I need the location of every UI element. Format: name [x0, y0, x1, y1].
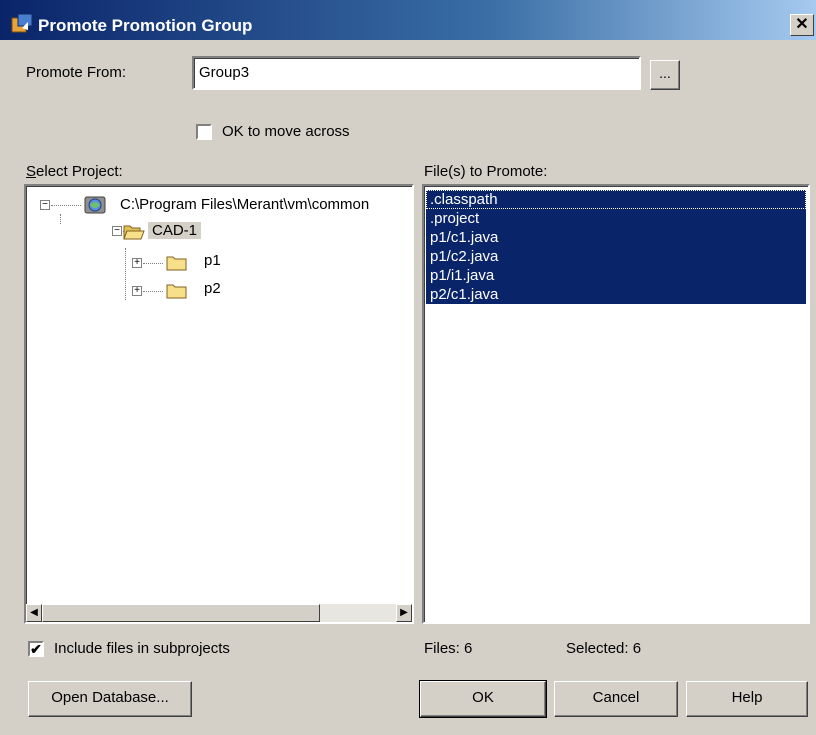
browse-button[interactable]: ... [650, 60, 680, 90]
list-item[interactable]: p2/c1.java [426, 285, 806, 304]
scroll-right-button[interactable]: ▶ [396, 604, 412, 622]
promote-app-icon [11, 13, 33, 33]
list-item[interactable]: .classpath [426, 190, 806, 209]
open-database-button[interactable]: Open Database... [28, 681, 192, 717]
tree-item-cad-1[interactable]: CAD-1 [148, 222, 202, 239]
globe-project-icon [84, 196, 106, 214]
list-item[interactable]: .project [426, 209, 806, 228]
files-to-promote-label: File(s) to Promote: [424, 163, 547, 180]
include-subprojects-label: Include files in subprojects [54, 640, 230, 657]
ok-to-move-label: OK to move across [222, 123, 350, 140]
files-to-promote-label-text: File(s) to Promote: [424, 163, 548, 180]
files-count: Files: 6 [424, 640, 473, 657]
files-listbox[interactable]: .classpath .project p1/c1.java p1/c2.jav… [422, 184, 810, 624]
expand-icon[interactable]: + [132, 258, 142, 268]
checkmark-icon: ✔ [30, 641, 42, 657]
folder-icon [166, 284, 187, 299]
project-tree[interactable]: − C:\Program Files\Merant\vm\common − CA… [24, 184, 414, 624]
include-subprojects-checkbox[interactable]: ✔ [28, 641, 44, 657]
select-project-label: Select Project: [26, 163, 123, 180]
tree-item-root[interactable]: C:\Program Files\Merant\vm\common [120, 196, 369, 213]
cancel-button[interactable]: Cancel [554, 681, 678, 717]
tree-connector [125, 248, 126, 300]
expand-icon[interactable]: + [132, 286, 142, 296]
tree-item-p2[interactable]: p2 [204, 280, 221, 297]
list-item[interactable]: p1/c1.java [426, 228, 806, 247]
promote-from-value: Group3 [199, 64, 250, 81]
tree-horizontal-scrollbar[interactable]: ◀ ▶ [26, 604, 412, 622]
window-title: Promote Promotion Group [38, 16, 253, 35]
tree-connector [51, 205, 81, 206]
selected-count: Selected: 6 [566, 640, 642, 657]
scroll-left-button[interactable]: ◀ [26, 604, 42, 622]
tree-connector [143, 263, 163, 264]
list-item[interactable]: p1/c2.java [426, 247, 806, 266]
collapse-icon[interactable]: − [112, 226, 122, 236]
tree-connector [60, 214, 61, 224]
close-button[interactable]: ✕ [790, 14, 814, 36]
scroll-thumb[interactable] [42, 604, 320, 622]
promote-from-label: Promote From: [26, 64, 127, 81]
ok-button[interactable]: OK [419, 680, 547, 718]
promote-from-field[interactable]: Group3 [192, 56, 641, 90]
tree-connector [143, 291, 163, 292]
list-item[interactable]: p1/i1.java [426, 266, 806, 285]
select-project-label-text: elect Project: [36, 163, 123, 180]
folder-icon [166, 256, 187, 271]
close-icon: ✕ [795, 16, 809, 33]
ok-to-move-checkbox[interactable] [196, 124, 212, 140]
help-button[interactable]: Help [686, 681, 808, 717]
tree-item-p1[interactable]: p1 [204, 252, 221, 269]
collapse-icon[interactable]: − [40, 200, 50, 210]
open-folder-icon [123, 225, 145, 240]
